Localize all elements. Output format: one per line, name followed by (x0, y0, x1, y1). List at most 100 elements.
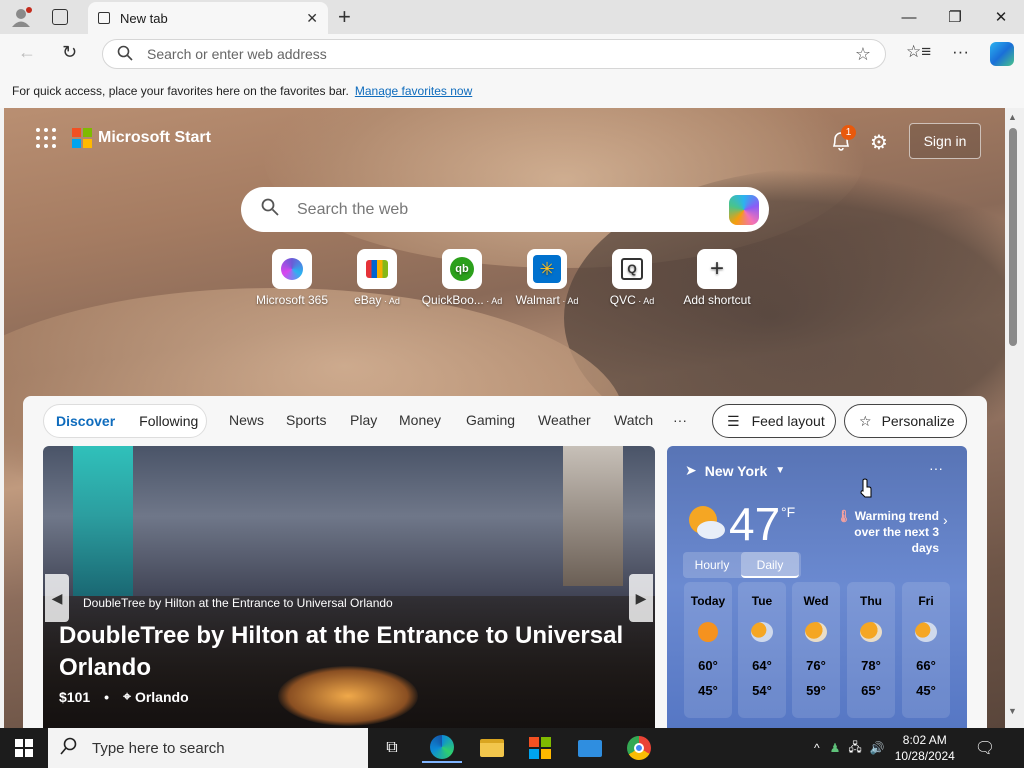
ebay-bag-icon (357, 249, 397, 289)
tab-hourly[interactable]: Hourly (683, 552, 741, 578)
microsoft-store-icon[interactable] (520, 733, 560, 763)
shortcut-ebay[interactable]: eBay · Ad (332, 249, 422, 307)
hero-meta: $101 • ⌖ Orlando (59, 688, 189, 705)
tab-following[interactable]: Following (139, 413, 198, 429)
nav-watch[interactable]: Watch (614, 412, 653, 428)
copilot-icon[interactable] (729, 195, 759, 225)
scroll-down-icon[interactable]: ▼ (1008, 706, 1017, 716)
hero-next-button[interactable]: ▶ (629, 574, 653, 622)
quickbooks-icon: qb (442, 249, 482, 289)
nav-sports[interactable]: Sports (286, 412, 326, 428)
weather-more-icon[interactable]: ··· (929, 460, 943, 476)
forecast-tabs: Hourly Daily (683, 552, 801, 578)
walmart-spark-icon: ✳ (527, 249, 567, 289)
sliders-icon: ☰ (727, 412, 740, 429)
shortcut-quickbooks[interactable]: qb QuickBoo... · Ad (417, 249, 507, 307)
address-placeholder: Search or enter web address (147, 46, 327, 62)
close-window-button[interactable]: ✕ (978, 0, 1024, 34)
back-icon[interactable]: ← (18, 42, 36, 63)
windows-start-icon[interactable] (15, 739, 33, 757)
forecast-day[interactable]: Today 60° 45° (684, 582, 732, 718)
favorites-icon[interactable]: ☆≡ (906, 42, 931, 62)
sunny-icon (698, 622, 718, 642)
tab-actions-icon[interactable] (52, 9, 68, 25)
clock[interactable]: 8:02 AM 10/28/2024 (895, 732, 955, 764)
nav-news[interactable]: News (229, 412, 264, 428)
partly-cloudy-icon (915, 622, 937, 642)
task-view-icon[interactable]: ⧉ (372, 733, 412, 763)
tab-daily[interactable]: Daily (741, 552, 799, 578)
taskbar-search-box[interactable]: Type here to search (48, 728, 368, 768)
hero-location: Orlando (134, 688, 189, 705)
volume-icon[interactable]: 🔊 (870, 741, 885, 755)
hero-price: $101 (59, 688, 91, 705)
favorites-bar: For quick access, place your favorites h… (0, 74, 1024, 108)
notifications-icon[interactable]: 🗨 (975, 738, 995, 758)
file-explorer-icon[interactable] (472, 733, 512, 763)
nav-play[interactable]: Play (350, 412, 377, 428)
location-pin-icon: ⌖ (123, 688, 131, 704)
search-icon (117, 45, 133, 64)
chevron-up-icon[interactable]: ^ (814, 741, 820, 755)
people-icon[interactable]: ♟ (830, 741, 841, 755)
shortcut-microsoft-365[interactable]: Microsoft 365 (247, 249, 337, 307)
chevron-right-icon[interactable]: › (943, 512, 948, 528)
partly-sunny-icon (805, 622, 827, 642)
copilot-icon[interactable] (990, 42, 1014, 66)
sign-in-button[interactable]: Sign in (909, 123, 981, 159)
tab-new-tab[interactable]: New tab ✕ (88, 2, 328, 34)
edge-browser-icon[interactable] (422, 733, 462, 763)
network-icon[interactable]: 🖧 (848, 738, 861, 759)
restore-button[interactable]: ❐ (932, 0, 978, 34)
favorites-hint: For quick access, place your favorites h… (12, 84, 349, 98)
feed-tab-group: Discover Following (43, 404, 207, 438)
brand-title[interactable]: Microsoft Start (98, 129, 211, 147)
temp-unit[interactable]: °F (781, 504, 795, 520)
forecast-day[interactable]: Tue 64° 54° (738, 582, 786, 718)
navigation-arrow-icon: ➤ (685, 462, 697, 478)
start-header: Microsoft Start (36, 128, 211, 148)
nav-money[interactable]: Money (399, 412, 441, 428)
personalize-button[interactable]: ☆ Personalize (844, 404, 967, 438)
taskbar-search-placeholder: Type here to search (92, 739, 225, 757)
close-tab-icon[interactable]: ✕ (306, 10, 318, 27)
partly-cloudy-icon (751, 622, 773, 642)
settings-gear-icon[interactable]: ⚙ (870, 130, 888, 155)
profile-icon[interactable] (10, 6, 32, 28)
mail-icon[interactable] (570, 733, 610, 763)
more-options-icon[interactable]: ··· (952, 42, 969, 62)
new-tab-button[interactable]: + (338, 4, 351, 30)
shortcut-walmart[interactable]: ✳ Walmart · Ad (502, 249, 592, 307)
manage-favorites-link[interactable]: Manage favorites now (355, 84, 472, 98)
minimize-button[interactable]: — (886, 0, 932, 34)
current-temp: 47 (729, 498, 781, 550)
shortcut-qvc[interactable]: Q QVC · Ad (587, 249, 677, 307)
nav-weather[interactable]: Weather (538, 412, 591, 428)
scroll-up-icon[interactable]: ▲ (1008, 112, 1017, 122)
partly-sunny-icon (860, 622, 882, 642)
forecast-day[interactable]: Thu 78° 65° (847, 582, 895, 718)
web-search-box[interactable]: Search the web (241, 187, 769, 232)
chrome-icon[interactable] (619, 733, 659, 763)
shortcut-add[interactable]: + Add shortcut (672, 249, 762, 307)
forecast-day[interactable]: Wed 76° 59° (792, 582, 840, 718)
feed-layout-button[interactable]: ☰ Feed layout (712, 404, 836, 438)
hero-prev-button[interactable]: ◀ (45, 574, 69, 622)
chevron-down-icon: ▼ (775, 465, 786, 476)
hero-source[interactable]: DoubleTree by Hilton at the Entrance to … (83, 596, 393, 610)
hero-card[interactable] (43, 446, 655, 728)
hero-headline[interactable]: DoubleTree by Hilton at the Entrance to … (59, 620, 639, 684)
tab-title: New tab (120, 10, 168, 26)
refresh-icon[interactable]: ↻ (62, 42, 77, 63)
address-bar[interactable]: Search or enter web address ☆ (102, 39, 886, 69)
weather-trend[interactable]: 🌡 Warming trend over the next 3 days (827, 508, 939, 556)
favorite-star-icon[interactable]: ☆ (855, 44, 871, 65)
weather-location[interactable]: ➤ New York ▼ (685, 462, 785, 479)
microsoft-logo-icon (72, 128, 92, 148)
app-launcher-icon[interactable] (36, 128, 56, 148)
scrollbar-thumb[interactable] (1009, 128, 1017, 346)
nav-more[interactable]: ··· (673, 412, 687, 428)
tab-discover[interactable]: Discover (56, 413, 115, 429)
nav-gaming[interactable]: Gaming (466, 412, 515, 428)
forecast-day[interactable]: Fri 66° 45° (902, 582, 950, 718)
